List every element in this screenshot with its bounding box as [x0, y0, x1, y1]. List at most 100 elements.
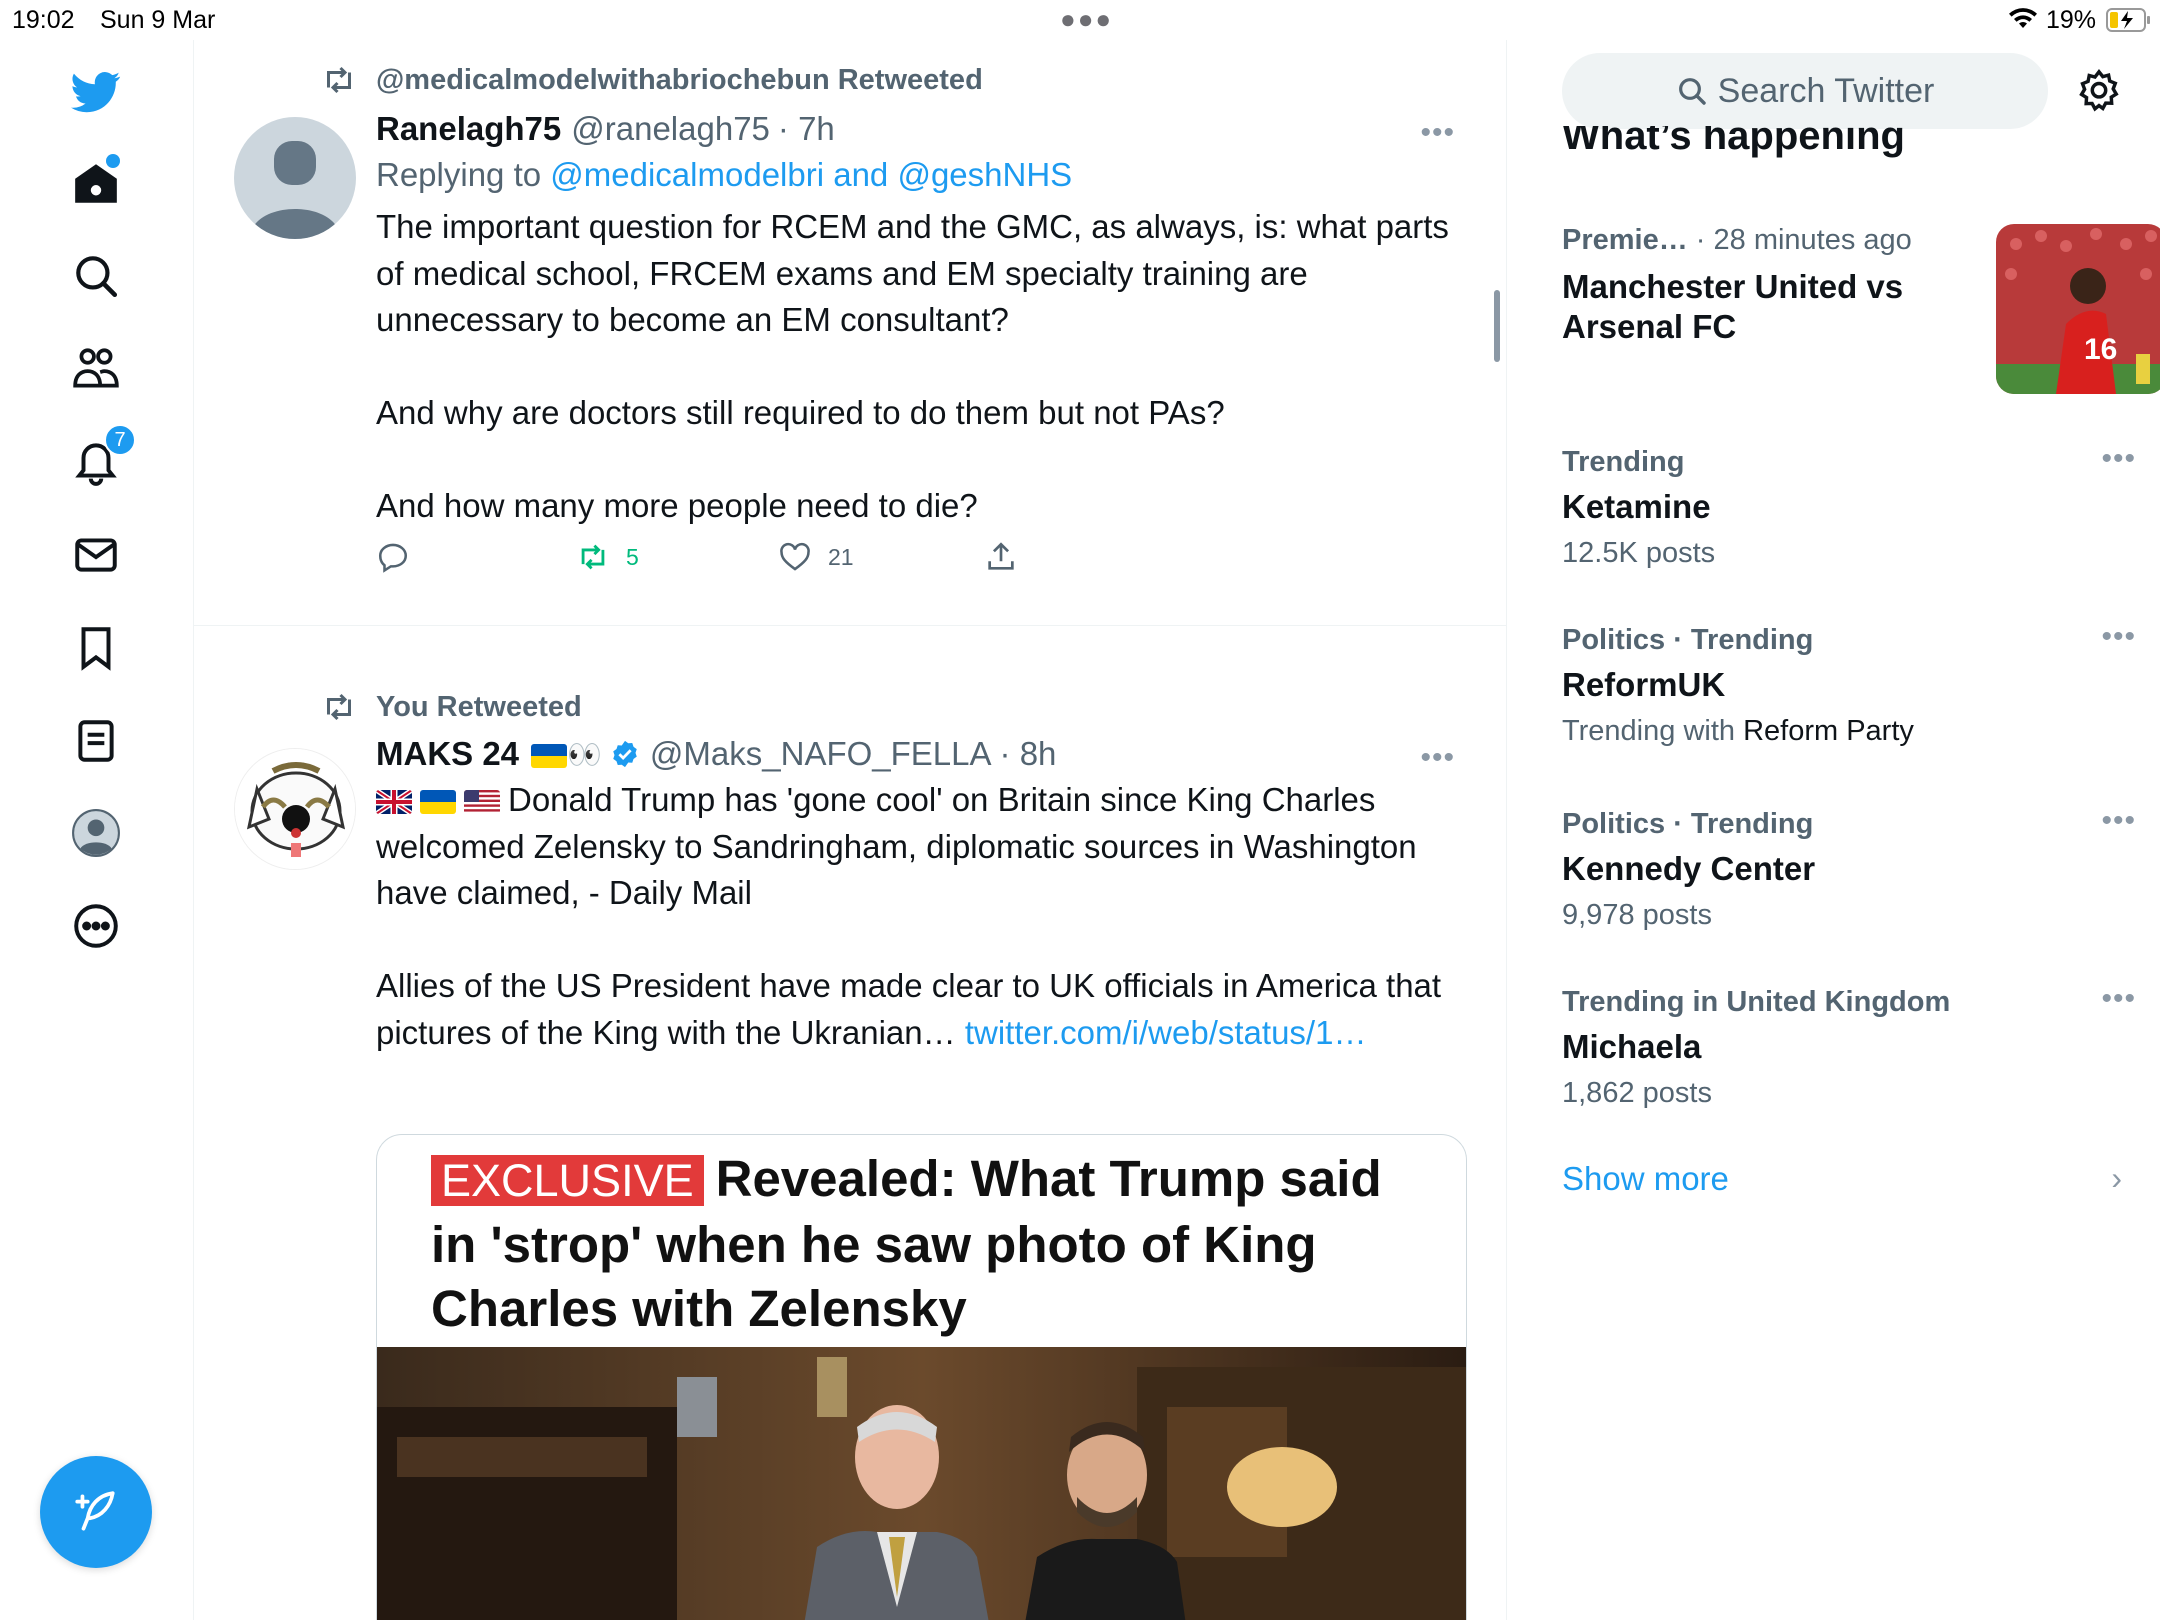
reply-button[interactable]	[376, 540, 426, 574]
profile-avatar-icon[interactable]	[70, 807, 122, 859]
user-avatar[interactable]	[234, 117, 356, 239]
verified-badge-icon	[610, 739, 640, 769]
like-count: 21	[828, 543, 854, 570]
retweet-icon	[581, 544, 605, 570]
right-sidebar: Search Twitter What’s happening Premie… …	[1508, 40, 2160, 1620]
search-box[interactable]: Search Twitter	[1562, 53, 2048, 129]
battery-percent: 19%	[2046, 6, 2097, 34]
svg-text:16: 16	[2084, 333, 2117, 366]
trend-thumbnail: 16	[1996, 224, 2160, 394]
ukraine-flag-icon	[531, 735, 568, 773]
trend-category: Politics · Trending	[1562, 624, 1814, 656]
twitter-logo-icon[interactable]	[70, 66, 122, 118]
trend-category: Politics · Trending	[1562, 808, 1814, 840]
tweet-more-icon[interactable]: •••	[1420, 741, 1455, 775]
tweet-content: MAKS 24 👀 @Maks_NAFO_FELLA · 8h ••• Dona…	[376, 735, 1461, 1056]
retweet-count: 5	[626, 543, 639, 570]
retweet-icon	[327, 66, 351, 94]
lists-icon[interactable]	[70, 715, 122, 767]
trend-post-count: 9,978 posts	[1562, 899, 1712, 931]
heart-icon	[780, 542, 810, 571]
left-navigation: 7	[0, 40, 194, 1620]
tweet-text: The important question for RCEM and the …	[376, 208, 1449, 524]
exclusive-tag: EXCLUSIVE	[431, 1155, 704, 1206]
trend-item-reformuk[interactable]: Politics · Trending ReformUK Trending wi…	[1562, 620, 2135, 748]
tweet-text: Donald Trump has 'gone cool' on Britain …	[376, 777, 1461, 1056]
trend-category: Trending in United Kingdom	[1562, 986, 1951, 1018]
ukraine-flag-icon	[420, 781, 464, 818]
uk-flag-icon	[376, 781, 420, 818]
settings-gear-icon[interactable]	[2076, 68, 2122, 114]
battery-charging-icon	[2106, 8, 2152, 39]
wifi-icon	[2008, 8, 2038, 37]
tweet-time[interactable]: · 8h	[1000, 735, 1057, 773]
trend-title: ReformUK	[1562, 666, 1726, 703]
trend-more-icon[interactable]: •••	[2101, 804, 2136, 838]
tweet-more-icon[interactable]: •••	[1420, 116, 1455, 150]
replying-to-label: Replying to	[376, 156, 542, 193]
messages-icon[interactable]	[70, 529, 122, 581]
retweeted-by-label[interactable]: @medicalmodelwithabriochebun Retweeted	[376, 64, 983, 97]
home-unread-dot	[106, 154, 120, 168]
tweet-maks24[interactable]: You Retweeted MAKS 24 👀 @Maks_NAFO_FELLA…	[194, 627, 1506, 1620]
reply-icon	[378, 543, 408, 573]
retweeted-by-label[interactable]: You Retweeted	[376, 691, 582, 724]
tweet-ranelagh75[interactable]: @medicalmodelwithabriochebun Retweeted R…	[194, 40, 1506, 626]
tweet-content: Ranelagh75 @ranelagh75 · 7h ••• Replying…	[376, 110, 1461, 530]
notifications-badge: 7	[104, 424, 136, 456]
trend-post-count: 1,862 posts	[1562, 1077, 1712, 1109]
trend-item-sports[interactable]: Premie… · 28 minutes ago Manchester Unit…	[1562, 224, 2160, 394]
trend-post-count: 12.5K posts	[1562, 537, 1716, 569]
more-icon[interactable]	[70, 900, 122, 952]
search-placeholder: Search Twitter	[1717, 71, 1935, 110]
trend-title: Michaela	[1562, 1028, 1702, 1065]
replying-to: Replying to @medicalmodelbri and @geshNH…	[376, 156, 1461, 194]
trend-item-kennedy-center[interactable]: Politics · Trending Kennedy Center 9,978…	[1562, 804, 2135, 932]
home-icon[interactable]	[70, 154, 122, 210]
retweet-context: @medicalmodelwithabriochebun Retweeted	[318, 62, 983, 98]
retweet-button[interactable]: 5	[576, 540, 639, 574]
trend-category: Premie…	[1562, 224, 1688, 256]
chevron-right-icon: ›	[2111, 1160, 2122, 1196]
tweet-time[interactable]: · 7h	[778, 110, 835, 148]
home-timeline[interactable]: @medicalmodelwithabriochebun Retweeted R…	[194, 40, 1507, 1620]
author-name[interactable]: Ranelagh75	[376, 110, 561, 148]
link-preview-card[interactable]: EXCLUSIVE Revealed: What Trump said in 's…	[376, 1134, 1467, 1620]
trend-more-icon[interactable]: •••	[2101, 982, 2136, 1016]
search-icon[interactable]	[70, 250, 122, 302]
bookmarks-icon[interactable]	[70, 622, 122, 674]
trend-more-icon[interactable]: •••	[2101, 442, 2136, 476]
replying-to-users-link[interactable]: @medicalmodelbri and @geshNHS	[550, 156, 1072, 193]
timeline-scrollbar[interactable]	[1494, 290, 1500, 362]
author-handle[interactable]: @Maks_NAFO_FELLA	[650, 735, 992, 773]
multitasking-dots-icon[interactable]: ●●●	[1060, 4, 1113, 35]
trend-related-link[interactable]: Reform Party	[1743, 715, 1914, 747]
trend-title: Ketamine	[1562, 488, 1711, 525]
communities-icon[interactable]	[70, 343, 122, 395]
author-name[interactable]: MAKS 24	[376, 735, 519, 773]
retweet-context: You Retweeted	[318, 689, 582, 725]
user-avatar[interactable]	[234, 748, 356, 870]
compose-tweet-button[interactable]	[40, 1456, 152, 1568]
show-more-link[interactable]: Show more ›	[1562, 1160, 2122, 1198]
like-button[interactable]: 21	[778, 540, 854, 574]
share-icon	[988, 542, 1014, 570]
status-time: 19:02	[12, 6, 75, 34]
trend-item-ketamine[interactable]: Trending Ketamine 12.5K posts •••	[1562, 442, 2135, 570]
whats-happening-heading: What’s happening	[1562, 126, 1905, 158]
card-headline: EXCLUSIVE Revealed: What Trump said in 's…	[431, 1147, 1441, 1341]
feather-plus-icon	[75, 1491, 115, 1531]
tweet-status-link[interactable]: twitter.com/i/web/status/1…	[965, 1014, 1367, 1051]
trend-item-michaela[interactable]: Trending in United Kingdom Michaela 1,86…	[1562, 982, 2135, 1110]
notifications-icon[interactable]: 7	[70, 424, 136, 488]
trend-more-icon[interactable]: •••	[2101, 620, 2136, 654]
share-button[interactable]	[984, 540, 1034, 574]
trend-title: Kennedy Center	[1562, 850, 1816, 887]
tweet-text-para1: Donald Trump has 'gone cool' on Britain …	[376, 781, 1426, 911]
us-flag-icon	[464, 781, 508, 818]
author-handle[interactable]: @ranelagh75	[571, 110, 770, 148]
card-photo-king-charles-zelensky	[377, 1347, 1466, 1620]
status-bar: 19:02 Sun 9 Mar ●●● 19%	[0, 0, 2160, 40]
trend-time: · 28 minutes ago	[1695, 224, 1912, 256]
trend-category: Trending	[1562, 446, 1685, 478]
